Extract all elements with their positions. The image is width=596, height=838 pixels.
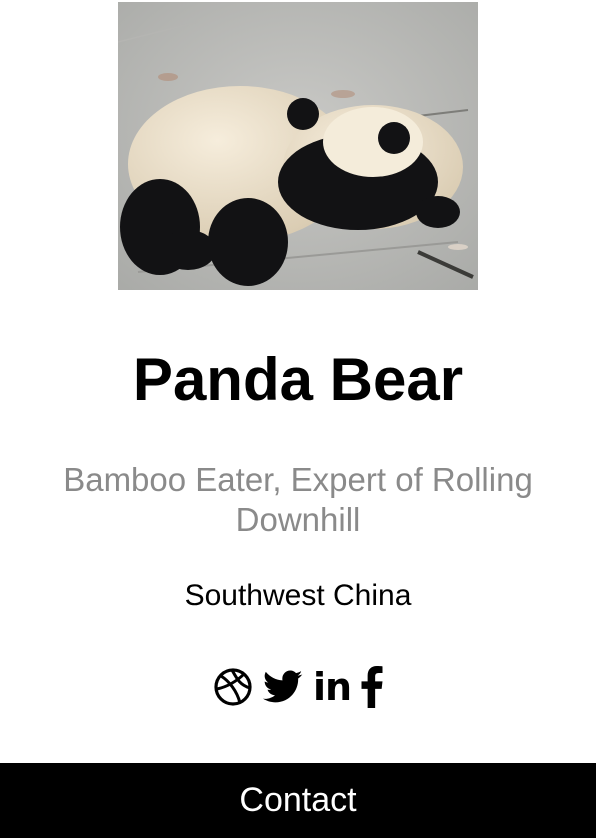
contact-button[interactable]: Contact xyxy=(0,763,596,838)
facebook-icon xyxy=(361,666,383,708)
panda-photo xyxy=(118,2,478,290)
dribbble-icon xyxy=(214,668,252,706)
profile-name: Panda Bear xyxy=(132,346,464,413)
profile-card: Panda Bear Bamboo Eater, Expert of Rolli… xyxy=(0,0,596,838)
dribbble-link[interactable] xyxy=(213,667,253,707)
linkedin-link[interactable]: in xyxy=(312,665,352,709)
social-links: in xyxy=(0,664,596,710)
profile-location: Southwest China xyxy=(184,579,412,612)
profile-title: Bamboo Eater, Expert of Rolling Downhill xyxy=(63,461,533,538)
linkedin-icon: in xyxy=(312,665,352,709)
facebook-link[interactable] xyxy=(361,666,383,708)
twitter-icon xyxy=(262,670,303,703)
twitter-link[interactable] xyxy=(262,670,303,704)
